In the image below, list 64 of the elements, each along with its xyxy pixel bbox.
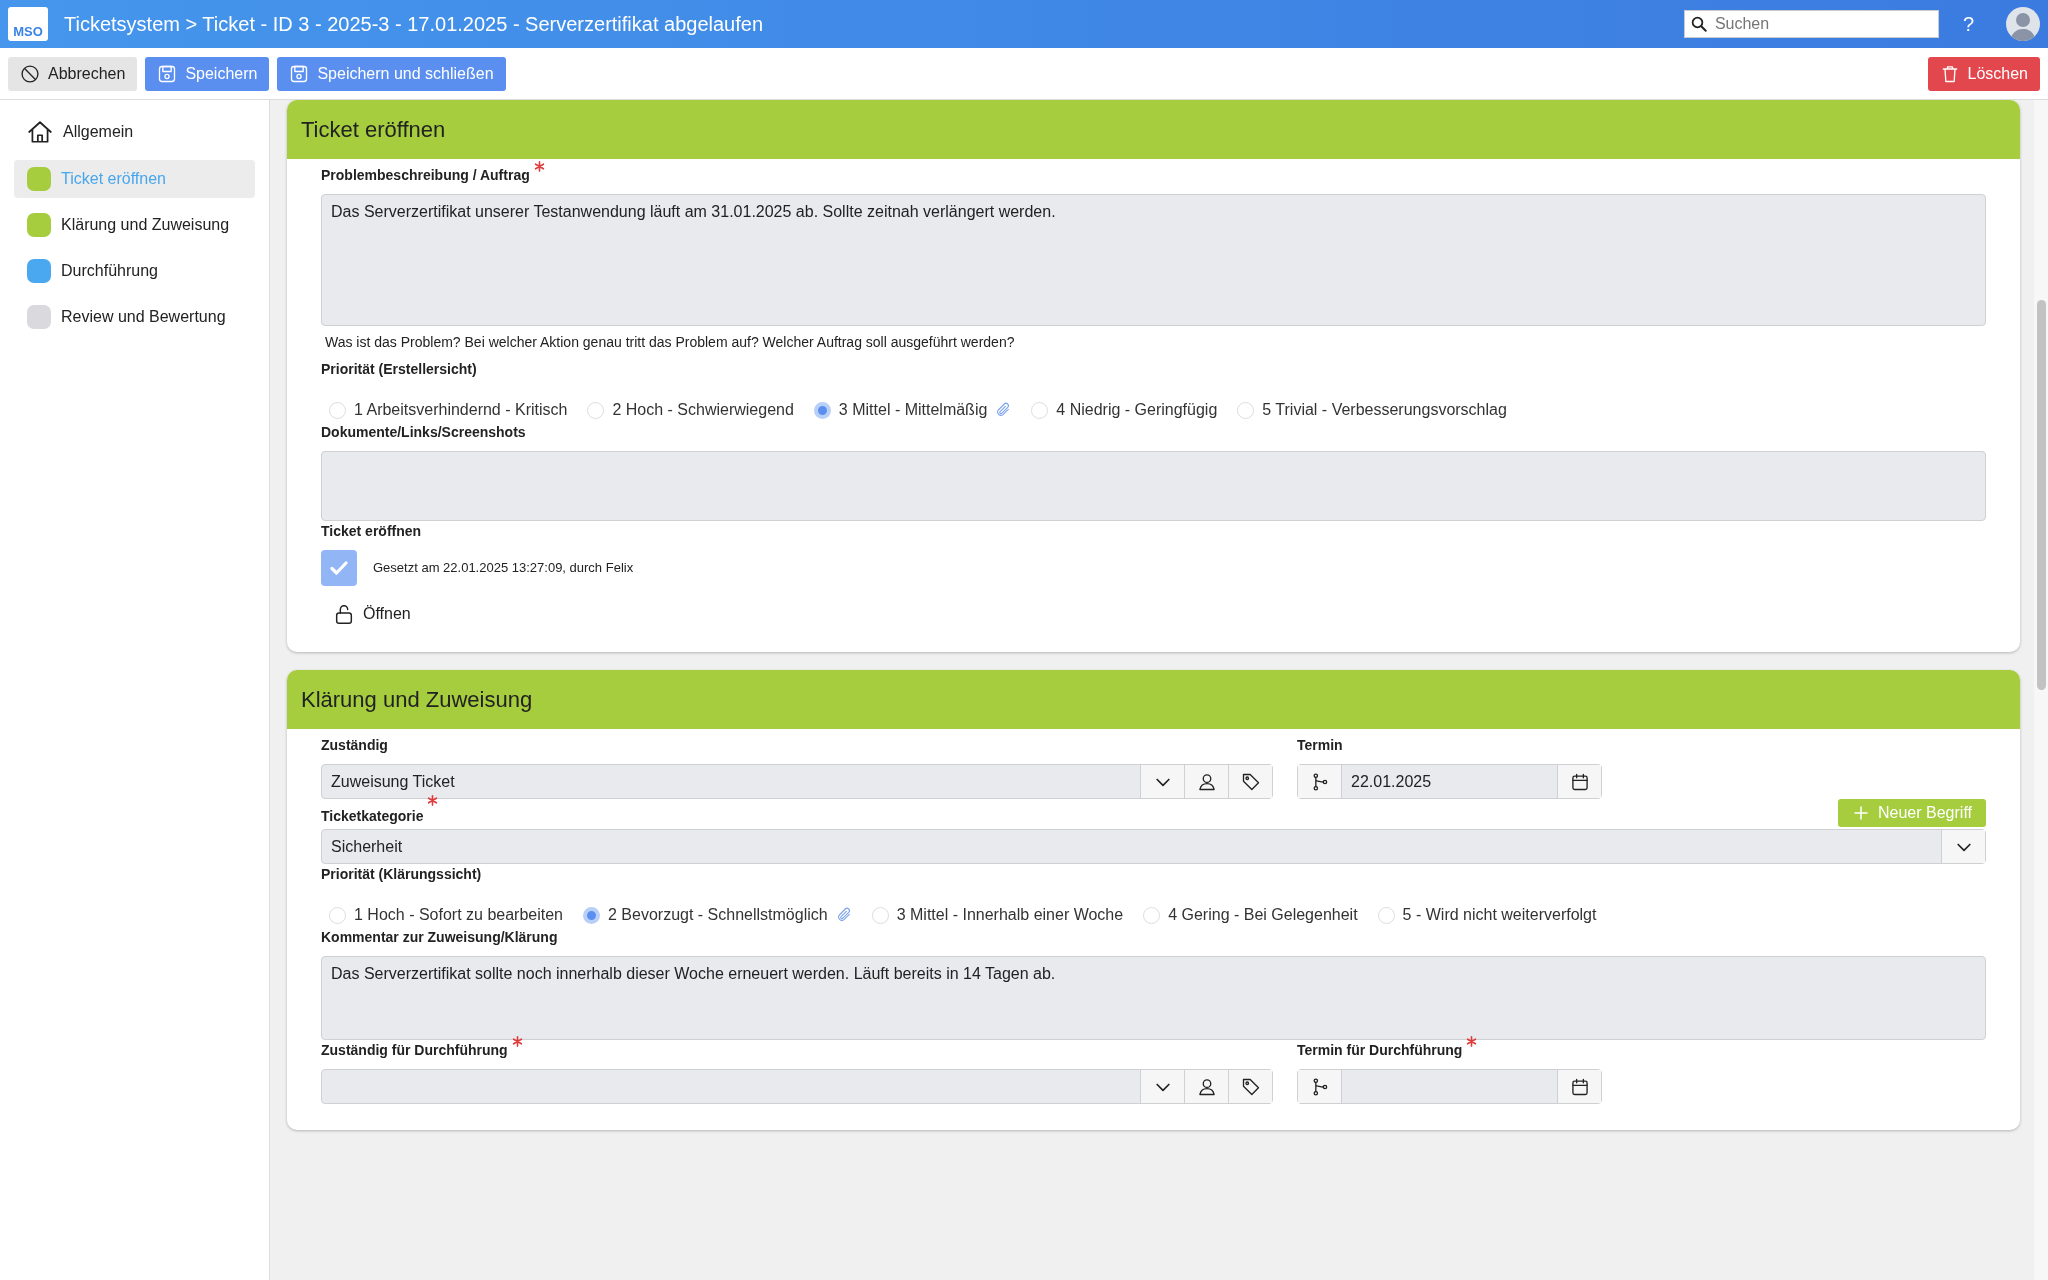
- avatar[interactable]: [2006, 7, 2040, 41]
- radio-option[interactable]: 4 Niedrig - Geringfügig: [1031, 398, 1218, 422]
- cancel-icon: [20, 63, 40, 84]
- field-label: Zuständig: [321, 736, 388, 755]
- field-label: Zuständig für Durchführung: [321, 1041, 508, 1060]
- input-field[interactable]: Zuweisung Ticket: [321, 764, 1273, 799]
- field-label: Problembeschreibung / Auftrag: [321, 166, 530, 185]
- tag-icon[interactable]: [1240, 771, 1261, 792]
- field-label: Dokumente/Links/Screenshots: [321, 423, 526, 442]
- sidebar-item[interactable]: Allgemein: [14, 112, 255, 152]
- person-icon[interactable]: [1196, 1076, 1217, 1097]
- sidebar-item[interactable]: Klärung und Zuweisung: [14, 206, 255, 244]
- paperclip-icon: [995, 402, 1012, 418]
- checkbox[interactable]: [321, 550, 357, 586]
- section-header: Ticket eröffnen: [287, 100, 2020, 159]
- text-area[interactable]: Das Serverzertifikat unserer Testanwendung läuft am 31.01.2025 ab. Sollte zeitnah verlängert werden.: [321, 194, 1986, 326]
- delete-button[interactable]: Löschen: [1927, 56, 2040, 91]
- plus-icon: [1852, 804, 1870, 822]
- sidebar-item[interactable]: Durchführung: [14, 252, 255, 290]
- radio-option[interactable]: 5 - Wird nicht weiterverfolgt: [1377, 903, 1597, 927]
- status-note: Gesetzt am 22.01.2025 13:27:09, durch Felix: [373, 559, 634, 578]
- search-field[interactable]: Suchen: [1683, 10, 1939, 38]
- input-field[interactable]: Sicherheit: [321, 829, 1986, 864]
- logo: MSO: [8, 7, 48, 41]
- open-button[interactable]: Öffnen: [321, 602, 423, 626]
- save-icon: [157, 63, 178, 84]
- field-value: Sicherheit: [330, 837, 404, 857]
- person-icon[interactable]: [1196, 771, 1217, 792]
- field-value: Zuweisung Ticket: [330, 772, 456, 792]
- calendar-icon[interactable]: [1569, 1076, 1590, 1097]
- field-label: Ticketkategorie: [321, 807, 424, 826]
- field-label: Kommentar zur Zuweisung/Klärung: [321, 928, 558, 947]
- field-label: Termin für Durchführung: [1297, 1041, 1463, 1060]
- radio-option[interactable]: 1 Arbeitsverhindernd - Kritisch: [329, 398, 568, 422]
- field-label: Ticket eröffnen: [321, 522, 422, 541]
- sidebar-item[interactable]: Review und Bewertung: [14, 298, 255, 336]
- radio-option[interactable]: 1 Hoch - Sofort zu bearbeiten: [329, 903, 563, 927]
- save-icon: [289, 63, 310, 84]
- input-field[interactable]: [1297, 1069, 1602, 1104]
- input-field[interactable]: 22.01.2025: [1297, 764, 1602, 799]
- search-icon: [1689, 15, 1708, 33]
- field-label: Priorität (Erstellersicht): [321, 360, 477, 379]
- field-value: 22.01.2025: [1350, 772, 1433, 792]
- scrollbar[interactable]: [2034, 100, 2048, 1280]
- tag-icon[interactable]: [1240, 1076, 1261, 1097]
- radio-option[interactable]: 2 Hoch - Schwierwiegend: [587, 398, 794, 422]
- padlock-icon: [333, 603, 355, 625]
- section-header: Klärung und Zuweisung: [287, 670, 2020, 729]
- calendar-icon[interactable]: [1569, 771, 1590, 792]
- cancel-button[interactable]: Abbrechen: [8, 56, 138, 91]
- help-button[interactable]: ?: [1954, 9, 1982, 39]
- radio-option[interactable]: 5 Trivial - Verbesserungsvorschlag: [1237, 398, 1507, 422]
- window-title: Ticketsystem > Ticket - ID 3 - 2025-3 - 17.01.2025 - Serverzertifikat abgelaufen: [64, 12, 765, 37]
- home-icon: [27, 119, 53, 145]
- field-hint: Was ist das Problem? Bei welcher Aktion genau tritt das Problem auf? Welcher Auftrag soll ausgeführt werden?: [325, 333, 1016, 352]
- field-label: Priorität (Klärungssicht): [321, 865, 482, 884]
- field-label: Termin: [1297, 736, 1343, 755]
- radio-option[interactable]: 2 Bevorzugt - Schnellstmöglich: [583, 903, 828, 927]
- radio-option[interactable]: 4 Gering - Bei Gelegenheit: [1143, 903, 1358, 927]
- paperclip-icon: [835, 907, 852, 923]
- radio-option[interactable]: 3 Mittel - Innerhalb einer Woche: [871, 903, 1124, 927]
- text-area[interactable]: Das Serverzertifikat sollte noch innerhalb dieser Woche erneuert werden. Läuft bereits in 14 Tagen ab.: [321, 956, 1986, 1040]
- radio-option[interactable]: 3 Mittel - Mittelmäßig: [813, 398, 988, 422]
- input-field[interactable]: [321, 1069, 1273, 1104]
